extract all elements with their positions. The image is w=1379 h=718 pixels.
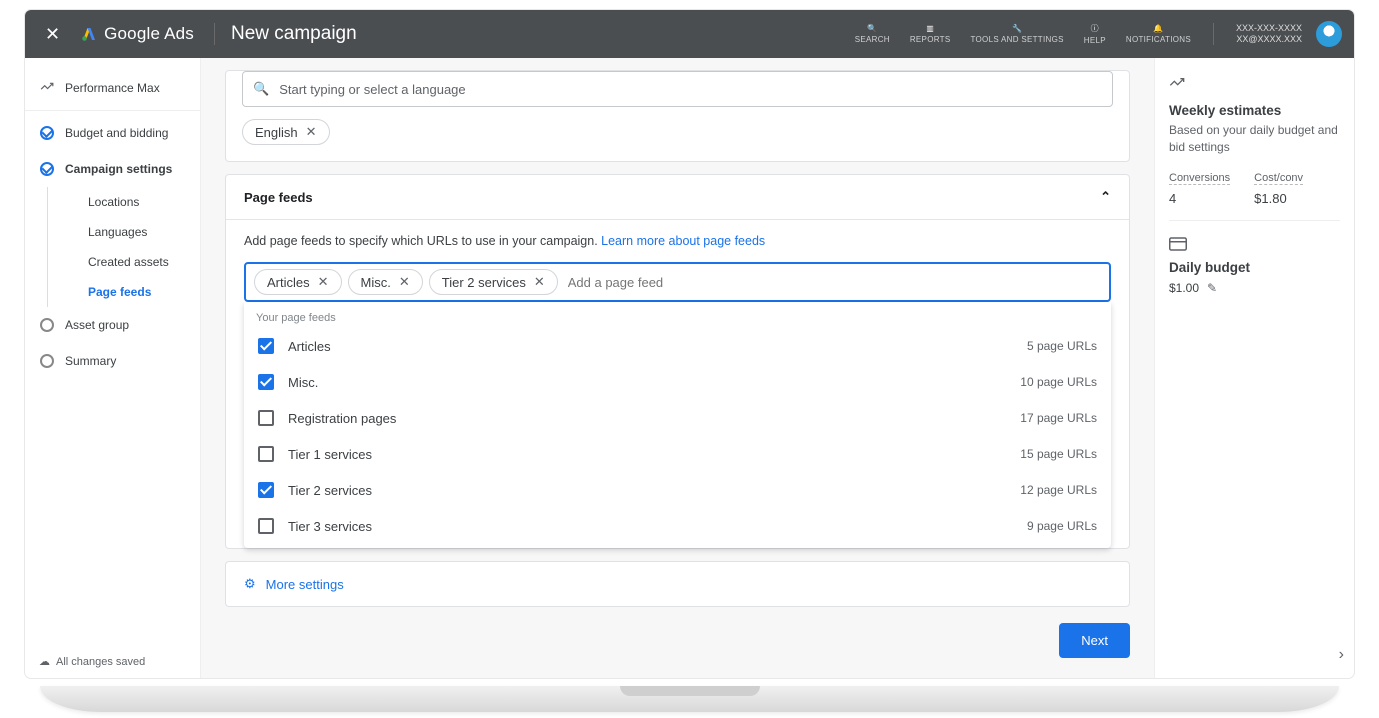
close-icon[interactable]: ✕ (318, 274, 329, 290)
feed-option[interactable]: Articles5 page URLs (244, 328, 1111, 364)
chip-misc[interactable]: Misc.✕ (348, 269, 423, 295)
search-icon: 🔍 (867, 24, 877, 33)
page-feeds-header[interactable]: Page feeds ⌃ (226, 175, 1129, 220)
wrench-icon: 🔧 (1012, 24, 1022, 33)
feed-option[interactable]: Misc.10 page URLs (244, 364, 1111, 400)
circle-icon (39, 317, 55, 333)
autosave-status: ☁ All changes saved (25, 645, 200, 678)
feed-option[interactable]: Tier 2 services12 page URLs (244, 472, 1111, 508)
check-circle-icon (39, 161, 55, 177)
laptop-base (40, 686, 1339, 712)
checkbox-icon[interactable] (258, 518, 274, 534)
daily-budget-title: Daily budget (1169, 260, 1340, 275)
checkbox-icon[interactable] (258, 410, 274, 426)
cloud-icon: ☁ (39, 655, 50, 668)
page-title: New campaign (231, 23, 357, 45)
page-feeds-description: Add page feeds to specify which URLs to … (226, 220, 1129, 248)
close-icon[interactable]: ✕ (37, 20, 68, 49)
section-title: Page feeds (244, 190, 313, 205)
trend-icon (1169, 76, 1340, 95)
close-icon[interactable]: ✕ (534, 274, 545, 290)
chip-label: English (255, 125, 298, 140)
estimates-title: Weekly estimates (1169, 103, 1340, 118)
google-ads-logo: Google Ads (76, 24, 198, 44)
brand-text: Google Ads (104, 24, 194, 44)
close-icon[interactable]: ✕ (306, 124, 317, 140)
sidebar-item-label: Asset group (65, 318, 129, 332)
divider (214, 23, 215, 45)
help-nav[interactable]: ⓘHELP (1078, 23, 1112, 45)
sidebar-sub-languages[interactable]: Languages (47, 217, 200, 247)
languages-card: 🔍 Start typing or select a language Engl… (225, 70, 1130, 162)
reports-nav[interactable]: ▥REPORTS (904, 24, 957, 44)
pencil-icon[interactable]: ✎ (1207, 281, 1217, 295)
feed-option[interactable]: Tier 3 services9 page URLs (244, 508, 1111, 544)
checkbox-icon[interactable] (258, 338, 274, 354)
search-icon: 🔍 (253, 81, 269, 97)
chip-tier2[interactable]: Tier 2 services✕ (429, 269, 558, 295)
page-feed-chipbox[interactable]: Articles✕ Misc.✕ Tier 2 services✕ (244, 262, 1111, 302)
check-circle-icon (39, 125, 55, 141)
trend-icon (39, 80, 55, 96)
divider (1213, 23, 1214, 45)
sidebar: Performance Max Budget and bidding Campa… (25, 58, 201, 678)
page-feed-input[interactable] (564, 271, 1101, 294)
feed-option[interactable]: Registration pages17 page URLs (244, 400, 1111, 436)
feed-option[interactable]: Tier 1 services15 page URLs (244, 436, 1111, 472)
sidebar-sub-page-feeds[interactable]: Page feeds (47, 277, 200, 307)
sidebar-item-summary[interactable]: Summary (25, 343, 200, 379)
sidebar-item-asset-group[interactable]: Asset group (25, 307, 200, 343)
metric-cost-per-conv: Cost/conv $1.80 (1254, 170, 1303, 206)
dropdown-section-label: Your page feeds (244, 302, 1111, 328)
language-search[interactable]: 🔍 Start typing or select a language (242, 71, 1113, 107)
more-settings-label: More settings (266, 577, 344, 592)
bar-chart-icon: ▥ (926, 24, 934, 33)
top-bar: ✕ Google Ads New campaign 🔍SEARCH ▥REPOR… (25, 10, 1354, 58)
chip-articles[interactable]: Articles✕ (254, 269, 342, 295)
sidebar-sub-created-assets[interactable]: Created assets (47, 247, 200, 277)
avatar[interactable] (1316, 21, 1342, 47)
page-feeds-card: Page feeds ⌃ Add page feeds to specify w… (225, 174, 1130, 549)
notifications-nav[interactable]: 🔔NOTIFICATIONS (1120, 24, 1197, 44)
chevron-up-icon[interactable]: ⌃ (1100, 189, 1111, 205)
circle-icon (39, 353, 55, 369)
sidebar-item-label: Budget and bidding (65, 126, 168, 140)
sidebar-item-budget[interactable]: Budget and bidding (25, 115, 200, 151)
sidebar-item-label: Performance Max (65, 81, 160, 95)
language-chip[interactable]: English ✕ (242, 119, 330, 145)
checkbox-icon[interactable] (258, 374, 274, 390)
learn-more-link[interactable]: Learn more about page feeds (601, 234, 765, 248)
gear-icon: ⚙ (244, 576, 256, 592)
sidebar-item-label: Campaign settings (65, 162, 172, 176)
sidebar-sub-locations[interactable]: Locations (47, 187, 200, 217)
sidebar-item-campaign-settings[interactable]: Campaign settings (25, 151, 200, 187)
metric-conversions: Conversions 4 (1169, 170, 1230, 206)
search-nav[interactable]: 🔍SEARCH (849, 24, 896, 44)
account-info: XXX-XXX-XXXX XX@XXXX.XXX (1230, 23, 1308, 45)
help-icon: ⓘ (1091, 23, 1099, 34)
chevron-right-icon[interactable]: › (1339, 646, 1344, 664)
bell-icon: 🔔 (1153, 24, 1163, 33)
tools-nav[interactable]: 🔧TOOLS AND SETTINGS (964, 24, 1069, 44)
sidebar-item-performance-max[interactable]: Performance Max (25, 70, 200, 106)
daily-budget-value: $1.00 (1169, 281, 1199, 295)
next-button[interactable]: Next (1059, 623, 1130, 658)
checkbox-icon[interactable] (258, 446, 274, 462)
more-settings-row[interactable]: ⚙ More settings (225, 561, 1130, 607)
close-icon[interactable]: ✕ (399, 274, 410, 290)
checkbox-icon[interactable] (258, 482, 274, 498)
estimates-sub: Based on your daily budget and bid setti… (1169, 122, 1340, 156)
estimates-panel: Weekly estimates Based on your daily bud… (1154, 58, 1354, 678)
language-search-placeholder: Start typing or select a language (279, 82, 465, 97)
card-icon (1169, 237, 1340, 254)
page-feed-dropdown: Your page feeds Articles5 page URLs Misc… (244, 302, 1111, 548)
main-content: 🔍 Start typing or select a language Engl… (201, 58, 1154, 678)
sidebar-item-label: Summary (65, 354, 116, 368)
